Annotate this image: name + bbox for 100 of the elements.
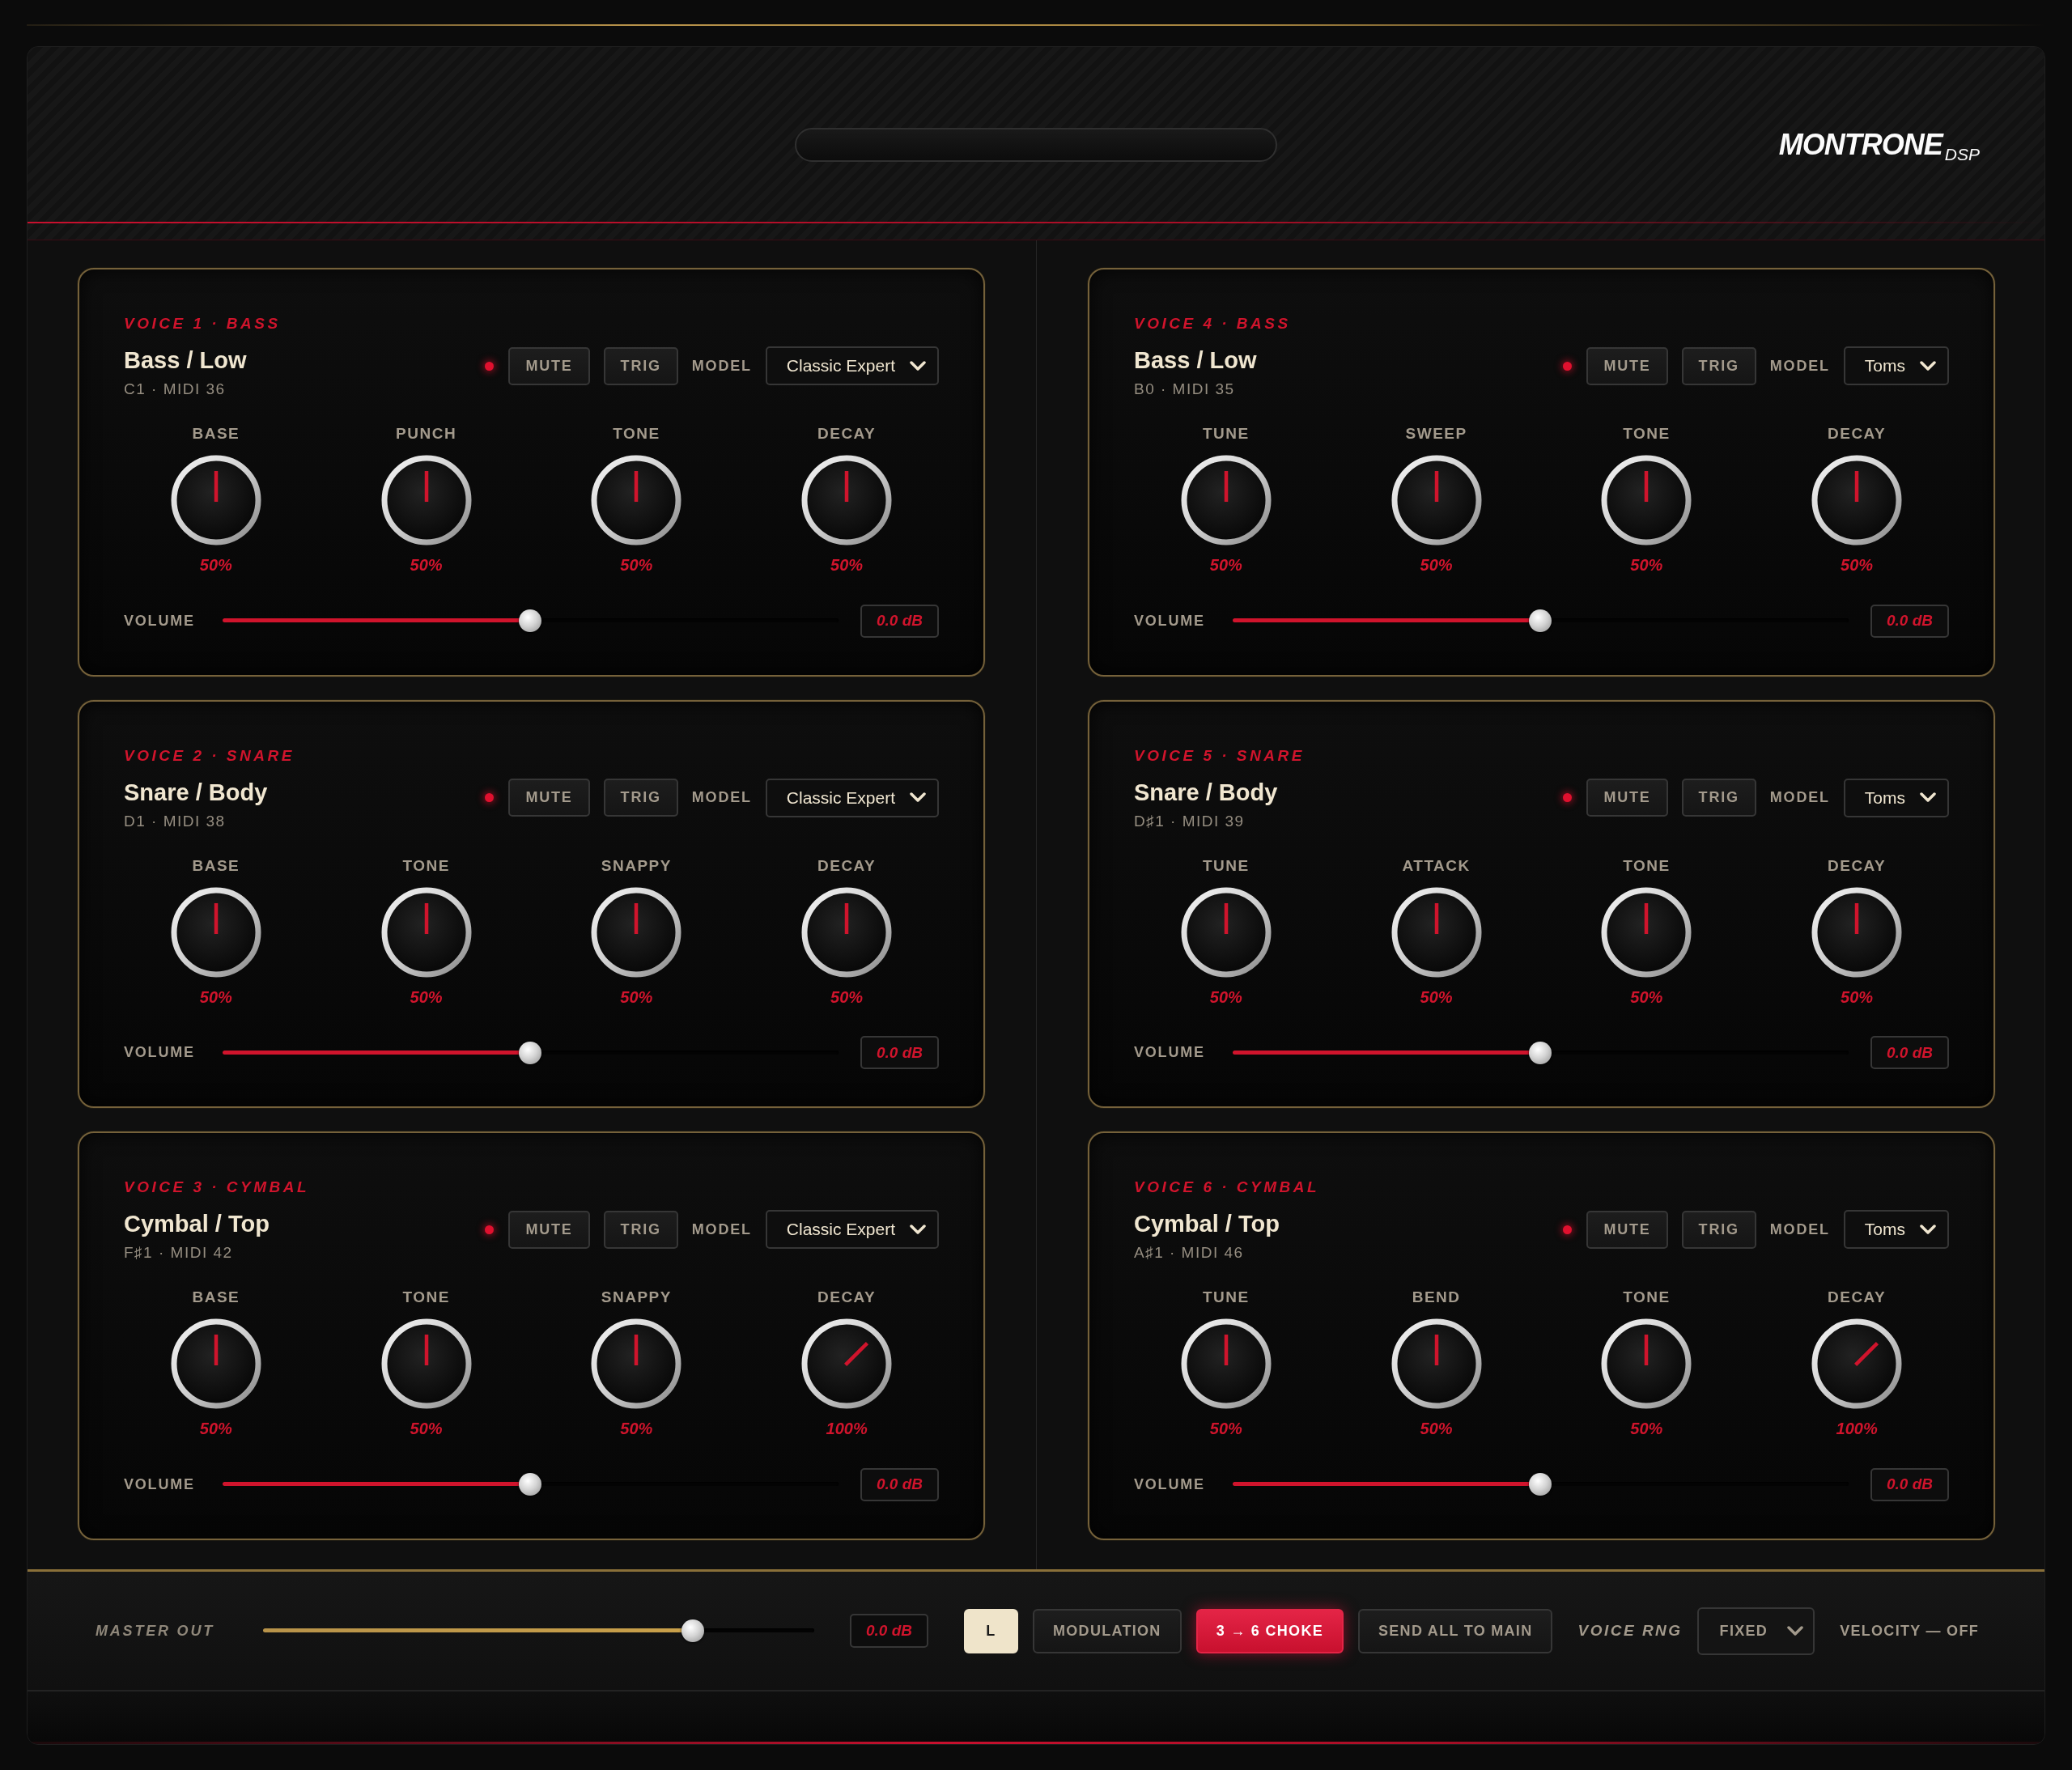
midi-note: A♯1 · MIDI 46: [1134, 1244, 1245, 1263]
volume-label: VOLUME: [124, 612, 195, 630]
voice-tag: VOICE 6 · CYMBAL: [1134, 1178, 1949, 1197]
voice-rng-dropdown[interactable]: FIXED: [1696, 1607, 1815, 1655]
knob-value: 50%: [1630, 987, 1663, 1007]
midi-note: C1 · MIDI 36: [124, 380, 227, 398]
volume-label: VOLUME: [1134, 612, 1205, 630]
volume-readout: 0.0 dB: [860, 1467, 939, 1501]
trigger-button[interactable]: TRIG: [1681, 1210, 1756, 1249]
voice-tag: VOICE 4 · BASS: [1134, 315, 1949, 333]
voice-title: Cymbal / Top: [124, 1210, 270, 1238]
volume-readout: 0.0 dB: [860, 1036, 939, 1070]
knob-value: 50%: [199, 1419, 232, 1439]
volume-slider[interactable]: [1232, 609, 1849, 632]
chevron-down-icon: [1920, 792, 1936, 804]
mute-button[interactable]: MUTE: [508, 779, 590, 817]
slider-thumb[interactable]: [1529, 1041, 1552, 1064]
knob-value: 50%: [620, 555, 653, 575]
knob-label: TUNE: [1203, 856, 1250, 875]
velocity-status: VELOCITY — OFF: [1840, 1622, 1979, 1640]
trigger-button[interactable]: TRIG: [603, 1210, 678, 1249]
voice-tag: VOICE 3 · CYMBAL: [124, 1178, 939, 1197]
knob-value: 50%: [410, 987, 443, 1007]
knob-value: 50%: [1841, 555, 1874, 575]
voice-title: Cymbal / Top: [1134, 1210, 1280, 1238]
knob-label: SNAPPY: [601, 1288, 672, 1307]
knob-label: BEND: [1412, 1288, 1461, 1307]
model-dropdown[interactable]: Classic Expert: [765, 778, 939, 817]
model-dropdown[interactable]: Classic Expert: [765, 1210, 939, 1250]
model-label: MODEL: [1769, 1220, 1830, 1238]
knob-value: 50%: [620, 1419, 653, 1439]
knob-label: TONE: [1623, 856, 1671, 875]
volume-label: VOLUME: [1134, 1044, 1205, 1062]
slider-thumb[interactable]: [519, 609, 542, 632]
knob-label: BASE: [192, 425, 240, 443]
model-dropdown[interactable]: Toms: [1843, 1210, 1949, 1250]
knob-value: 50%: [1209, 555, 1242, 575]
knob-label: DECAY: [1828, 1288, 1887, 1307]
trigger-button[interactable]: TRIG: [1681, 779, 1756, 817]
master-slider[interactable]: [263, 1619, 814, 1642]
volume-label: VOLUME: [1134, 1475, 1205, 1493]
volume-slider[interactable]: [222, 1473, 839, 1496]
logo-suffix: DSP: [1944, 145, 1980, 164]
model-dropdown[interactable]: Toms: [1843, 346, 1949, 385]
knob-label: TONE: [402, 856, 450, 875]
slider-thumb[interactable]: [1529, 1473, 1552, 1496]
model-label: MODEL: [1769, 789, 1830, 807]
volume-slider[interactable]: [1232, 1473, 1849, 1496]
trigger-button[interactable]: TRIG: [1681, 346, 1756, 385]
mute-button[interactable]: MUTE: [508, 346, 590, 385]
knob-value: 50%: [830, 555, 864, 575]
mute-button[interactable]: MUTE: [1586, 346, 1668, 385]
chevron-down-icon: [910, 792, 926, 804]
model-label: MODEL: [691, 357, 752, 375]
master-label: MASTER OUT: [96, 1622, 214, 1640]
knob-label: TUNE: [1203, 425, 1250, 443]
volume-slider[interactable]: [222, 1041, 839, 1064]
volume-label: VOLUME: [124, 1044, 195, 1062]
trigger-button[interactable]: TRIG: [603, 346, 678, 385]
model-label: MODEL: [691, 1220, 752, 1238]
volume-slider[interactable]: [222, 609, 839, 632]
knob-value: 100%: [826, 1419, 868, 1439]
midi-note: D1 · MIDI 38: [124, 812, 227, 830]
mute-button[interactable]: MUTE: [1586, 779, 1668, 817]
slider-thumb[interactable]: [1529, 609, 1552, 632]
chevron-down-icon: [1920, 1224, 1936, 1235]
knob-label: DECAY: [1828, 425, 1887, 443]
midi-note: B0 · MIDI 35: [1134, 380, 1236, 398]
volume-readout: 0.0 dB: [860, 604, 939, 638]
slider-thumb[interactable]: [519, 1473, 542, 1496]
footer-button[interactable]: 3 → 6 CHOKE: [1195, 1608, 1344, 1653]
knob-value: 100%: [1836, 1419, 1878, 1439]
model-label: MODEL: [1769, 357, 1830, 375]
knob-value: 50%: [1420, 555, 1453, 575]
model-dropdown[interactable]: Toms: [1843, 778, 1949, 817]
model-dropdown[interactable]: Classic Expert: [765, 346, 939, 385]
knob-label: SNAPPY: [601, 856, 672, 875]
mute-button[interactable]: MUTE: [508, 1210, 590, 1249]
knob-value: 50%: [1209, 1419, 1242, 1439]
mute-button[interactable]: MUTE: [1586, 1210, 1668, 1249]
knob-label: TONE: [1623, 425, 1671, 443]
knob-value: 50%: [1630, 555, 1663, 575]
footer-button[interactable]: MODULATION: [1033, 1608, 1182, 1653]
knob-value: 50%: [199, 555, 232, 575]
knob-value: 50%: [1841, 987, 1874, 1007]
slider-thumb[interactable]: [519, 1041, 542, 1064]
footer-button[interactable]: L: [964, 1608, 1018, 1653]
chevron-down-icon: [910, 1224, 926, 1235]
master-readout: 0.0 dB: [850, 1614, 928, 1648]
chevron-down-icon: [1787, 1625, 1804, 1636]
voice-title: Snare / Body: [124, 778, 268, 806]
knob-label: BASE: [192, 1288, 240, 1307]
volume-readout: 0.0 dB: [1870, 604, 1949, 638]
trigger-button[interactable]: TRIG: [603, 779, 678, 817]
footer-button[interactable]: SEND ALL TO MAIN: [1358, 1608, 1553, 1653]
knob-value: 50%: [1420, 1419, 1453, 1439]
volume-slider[interactable]: [1232, 1041, 1849, 1064]
slider-thumb[interactable]: [681, 1619, 705, 1642]
voice-title: Snare / Body: [1134, 778, 1278, 806]
midi-note: D♯1 · MIDI 39: [1134, 812, 1246, 830]
